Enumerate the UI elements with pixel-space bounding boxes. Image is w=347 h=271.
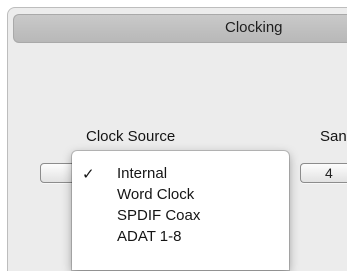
menu-item-label: ADAT 1-8: [117, 228, 182, 245]
menu-item-label: Word Clock: [117, 186, 195, 203]
clock-source-label: Clock Source: [86, 128, 176, 145]
menu-item-adat[interactable]: ADAT 1-8: [72, 228, 289, 249]
checkmark-icon: ✓: [82, 166, 95, 183]
menu-item-internal[interactable]: ✓ Internal: [72, 165, 289, 186]
menu-item-spdif-coax[interactable]: SPDIF Coax: [72, 207, 289, 228]
section-title: Clocking: [225, 19, 283, 36]
clocking-section-header: Clocking: [13, 14, 347, 43]
menu-item-word-clock[interactable]: Word Clock: [72, 186, 289, 207]
sample-rate-label: San: [320, 128, 347, 145]
sample-rate-popup-button[interactable]: 4: [300, 163, 347, 183]
clock-source-menu: ✓ Internal Word Clock SPDIF Coax ADAT 1-…: [72, 151, 289, 270]
menu-item-label: Internal: [117, 165, 168, 182]
sample-rate-value: 4: [325, 165, 333, 181]
menu-item-label: SPDIF Coax: [117, 207, 201, 224]
